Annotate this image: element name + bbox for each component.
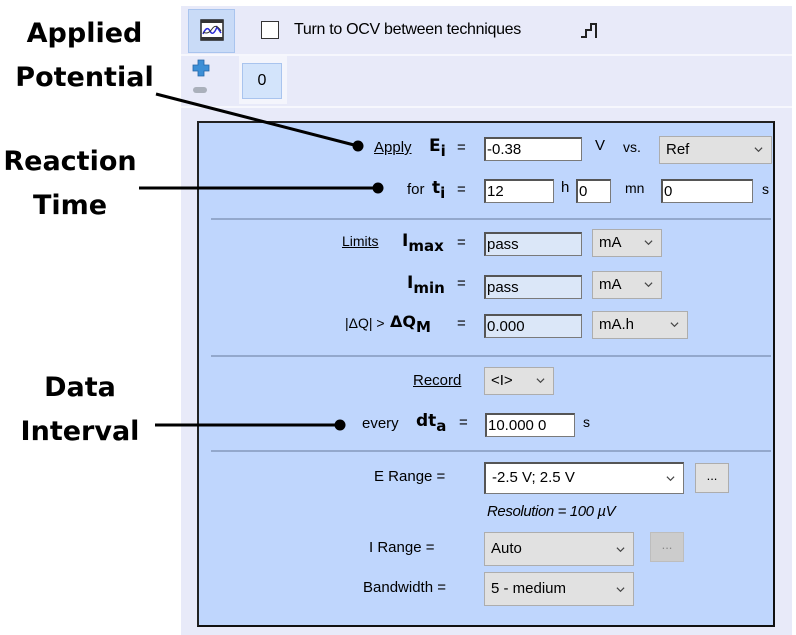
record-select-value: <I> bbox=[491, 372, 513, 389]
separator bbox=[211, 355, 771, 357]
ti-symbol-main: t bbox=[432, 178, 441, 198]
dq-unit-select[interactable]: mA.h bbox=[592, 311, 688, 339]
i-range-more-button[interactable]: ... bbox=[650, 532, 684, 562]
dq-prefix: |ΔQ| > bbox=[345, 315, 385, 331]
imax-unit-value: mA bbox=[599, 234, 622, 251]
e-range-select-value: -2.5 V; 2.5 V bbox=[492, 469, 575, 486]
every-label: every bbox=[362, 415, 399, 432]
imin-unit-value: mA bbox=[599, 276, 622, 293]
dq-symbol: ΔQM bbox=[390, 312, 431, 336]
sequence-tab-0[interactable]: 0 bbox=[242, 63, 282, 99]
vs-label: vs. bbox=[623, 139, 641, 155]
imax-input[interactable]: pass bbox=[484, 232, 582, 256]
dq-symbol-sub: M bbox=[415, 318, 431, 336]
seconds-unit: s bbox=[762, 181, 769, 197]
e-range-label: E Range = bbox=[374, 468, 446, 485]
ei-input[interactable]: -0.38 bbox=[484, 137, 582, 161]
imin-input[interactable]: pass bbox=[484, 275, 582, 299]
imax-symbol: Imax bbox=[402, 231, 444, 255]
imin-equals: = bbox=[457, 275, 466, 292]
chevron-down-icon bbox=[536, 378, 545, 384]
ei-symbol-sub: i bbox=[440, 142, 446, 160]
callout-applied-potential: Applied Potential bbox=[12, 12, 157, 100]
imax-symbol-sub: max bbox=[408, 237, 444, 255]
ei-unit: V bbox=[595, 137, 606, 154]
chevron-down-icon bbox=[754, 147, 763, 153]
chevron-down-icon bbox=[616, 587, 625, 593]
interval-unit: s bbox=[583, 414, 590, 430]
graph-button[interactable] bbox=[188, 9, 235, 53]
callout-line-1: Reaction bbox=[3, 146, 137, 177]
plus-icon[interactable] bbox=[192, 59, 210, 77]
resolution-text: Resolution = 100 µV bbox=[487, 503, 616, 520]
ti-symbol-sub: i bbox=[440, 184, 446, 202]
imin-symbol-sub: min bbox=[413, 279, 445, 297]
separator bbox=[211, 450, 771, 452]
ocv-checkbox[interactable] bbox=[261, 21, 279, 39]
e-range-select[interactable]: -2.5 V; 2.5 V bbox=[484, 462, 684, 494]
step-waveform-icon[interactable] bbox=[579, 21, 603, 41]
ocv-label: Turn to OCV between techniques bbox=[294, 21, 521, 38]
minutes-input[interactable]: 0 bbox=[576, 179, 611, 203]
reference-select-value: Ref bbox=[666, 141, 690, 158]
limits-link[interactable]: Limits bbox=[342, 233, 379, 249]
imax-unit-select[interactable]: mA bbox=[592, 229, 662, 257]
i-range-label: I Range = bbox=[369, 539, 435, 556]
dq-unit-value: mA.h bbox=[599, 316, 635, 333]
callout-data-interval: Data Interval bbox=[10, 366, 150, 454]
bandwidth-label: Bandwidth = bbox=[363, 579, 446, 596]
minus-icon[interactable] bbox=[193, 87, 207, 93]
interval-input[interactable]: 10.000 0 bbox=[485, 413, 575, 437]
ei-equals: = bbox=[457, 139, 466, 156]
sequence-row: 0 bbox=[181, 56, 792, 108]
technique-graph-icon bbox=[200, 19, 224, 41]
callout-line-1: Applied bbox=[26, 18, 143, 49]
chevron-down-icon bbox=[644, 282, 653, 288]
imax-equals: = bbox=[457, 234, 466, 251]
callout-line-2: Potential bbox=[15, 62, 154, 93]
imin-unit-select[interactable]: mA bbox=[592, 271, 662, 299]
callout-line-1: Data bbox=[44, 372, 116, 403]
ei-symbol-main: E bbox=[429, 136, 441, 156]
dta-symbol-sub: a bbox=[436, 417, 447, 435]
ei-symbol: Ei bbox=[429, 136, 446, 160]
dq-equals: = bbox=[457, 315, 466, 332]
dta-symbol: dta bbox=[416, 411, 446, 435]
record-link[interactable]: Record bbox=[413, 372, 461, 389]
apply-link[interactable]: Apply bbox=[374, 139, 412, 156]
parameter-panel: Apply Ei = -0.38 V vs. Ref for ti = 12 h… bbox=[197, 121, 775, 627]
minutes-unit: mn bbox=[625, 180, 645, 196]
i-range-select[interactable]: Auto bbox=[484, 532, 634, 566]
callout-line-2: Interval bbox=[20, 416, 140, 447]
dq-symbol-main: ΔQ bbox=[390, 312, 416, 331]
ti-equals: = bbox=[457, 181, 466, 198]
seconds-input[interactable]: 0 bbox=[661, 179, 753, 203]
e-range-more-button[interactable]: ... bbox=[695, 463, 729, 493]
i-range-select-value: Auto bbox=[491, 540, 522, 557]
hours-unit: h bbox=[561, 179, 570, 196]
ti-symbol: ti bbox=[432, 178, 445, 202]
chevron-down-icon bbox=[644, 240, 653, 246]
separator bbox=[211, 218, 771, 220]
chevron-down-icon bbox=[616, 547, 625, 553]
bandwidth-select-value: 5 - medium bbox=[491, 580, 567, 597]
dta-equals: = bbox=[459, 414, 468, 431]
record-select[interactable]: <I> bbox=[484, 367, 554, 395]
chevron-down-icon bbox=[670, 322, 679, 328]
imin-symbol: Imin bbox=[407, 273, 445, 297]
bandwidth-select[interactable]: 5 - medium bbox=[484, 572, 634, 606]
dta-symbol-main: dt bbox=[416, 411, 437, 431]
reference-select[interactable]: Ref bbox=[659, 136, 772, 164]
callout-line-2: Time bbox=[32, 190, 108, 221]
toolbar: Turn to OCV between techniques bbox=[181, 6, 792, 56]
chevron-down-icon bbox=[666, 476, 675, 482]
for-label: for bbox=[407, 181, 425, 198]
dq-input[interactable]: 0.000 bbox=[484, 314, 582, 338]
hours-input[interactable]: 12 bbox=[484, 179, 554, 203]
callout-reaction-time: Reaction Time bbox=[0, 140, 140, 228]
